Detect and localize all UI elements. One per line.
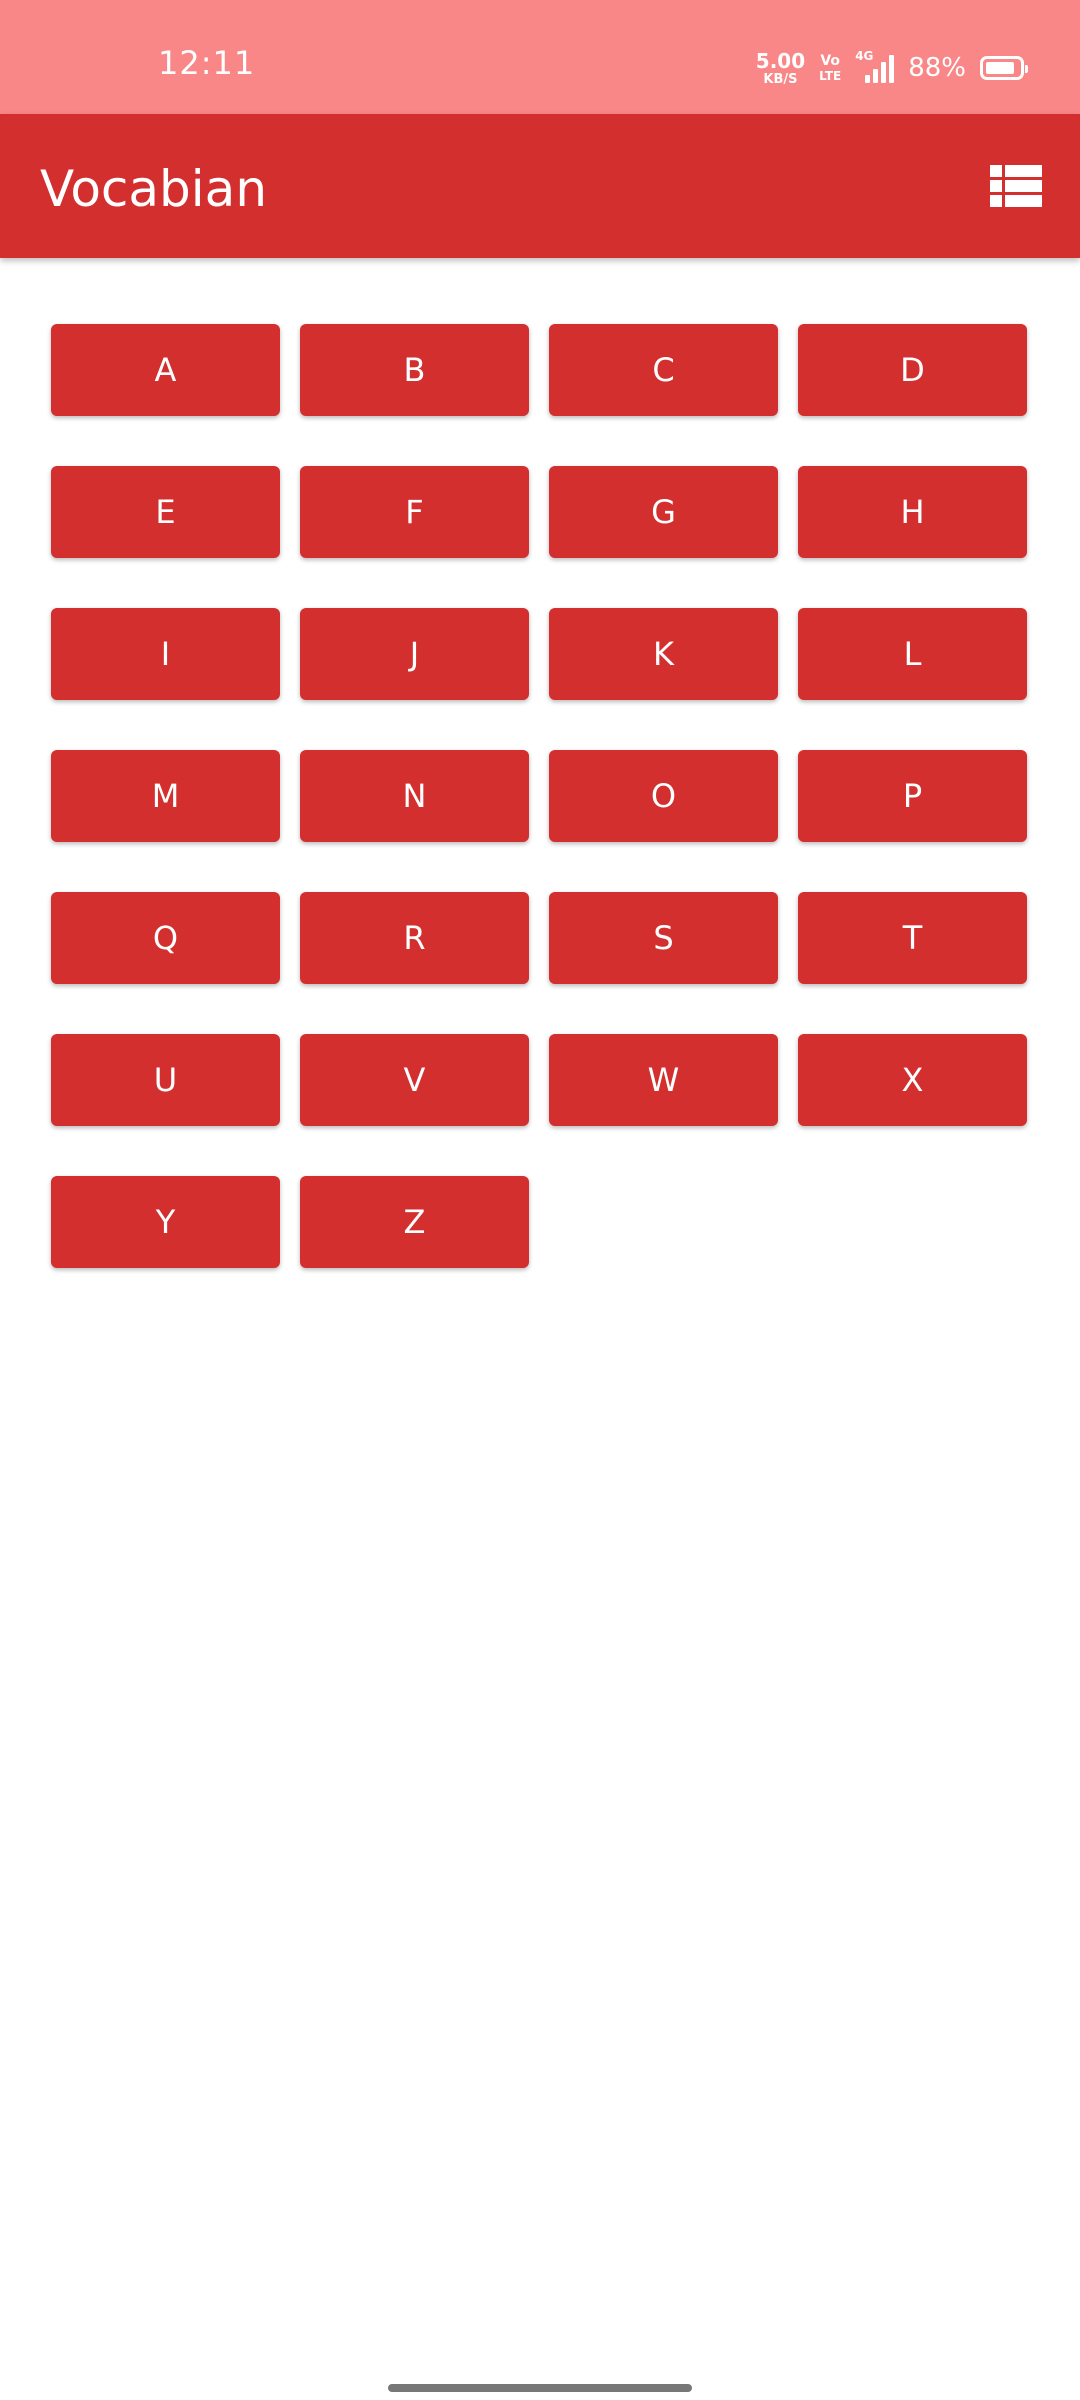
letter-button-d[interactable]: D [798,324,1027,416]
letter-button-a[interactable]: A [51,324,280,416]
letter-button-h[interactable]: H [798,466,1027,558]
battery-fill [986,62,1015,74]
letter-button-q[interactable]: Q [51,892,280,984]
signal-bar [881,62,887,83]
letter-button-p[interactable]: P [798,750,1027,842]
letter-button-r[interactable]: R [300,892,529,984]
letter-button-v[interactable]: V [300,1034,529,1126]
letter-button-t[interactable]: T [798,892,1027,984]
network-speed-unit: KB/S [763,71,798,87]
letter-button-w[interactable]: W [549,1034,778,1126]
letter-button-s[interactable]: S [549,892,778,984]
network-speed-value: 5.00 [755,48,806,73]
letter-button-b[interactable]: B [300,324,529,416]
view-list-button[interactable] [990,165,1042,207]
letter-button-i[interactable]: I [51,608,280,700]
network-speed: 5.00 KB/S [756,51,805,86]
letter-button-k[interactable]: K [549,608,778,700]
battery-icon [980,56,1028,80]
volte-label-top: Vo [820,53,841,69]
status-bar: 12:11 5.00 KB/S Vo LTE 4G 88% [0,0,1080,114]
home-indicator[interactable] [388,2384,692,2392]
status-icons: 5.00 KB/S Vo LTE 4G 88% [756,48,1028,88]
letter-button-o[interactable]: O [549,750,778,842]
letter-button-c[interactable]: C [549,324,778,416]
letter-button-u[interactable]: U [51,1034,280,1126]
letter-grid: ABCD EFGH IJKL MNOP QRST UVWX YZ [51,324,1029,1268]
signal-strength-icon: 4G [855,49,895,83]
letter-button-x[interactable]: X [798,1034,1027,1126]
letter-button-n[interactable]: N [300,750,529,842]
letter-button-l[interactable]: L [798,608,1027,700]
signal-bar [889,55,895,83]
letter-button-g[interactable]: G [549,466,778,558]
app-bar: Vocabian [0,114,1080,258]
letter-button-m[interactable]: M [51,750,280,842]
letter-button-j[interactable]: J [300,608,529,700]
network-type-label: 4G [855,49,874,63]
signal-bar [865,75,871,83]
letter-button-e[interactable]: E [51,466,280,558]
app-title: Vocabian [40,160,268,218]
status-time: 12:11 [158,44,256,82]
signal-bar [873,69,879,83]
volte-label-bottom: LTE [819,69,842,83]
battery-percentage: 88% [908,53,966,83]
volte-icon: Vo LTE [819,54,841,82]
letter-button-f[interactable]: F [300,466,529,558]
letter-button-y[interactable]: Y [51,1176,280,1268]
letter-button-z[interactable]: Z [300,1176,529,1268]
view-list-icon [990,165,1042,207]
